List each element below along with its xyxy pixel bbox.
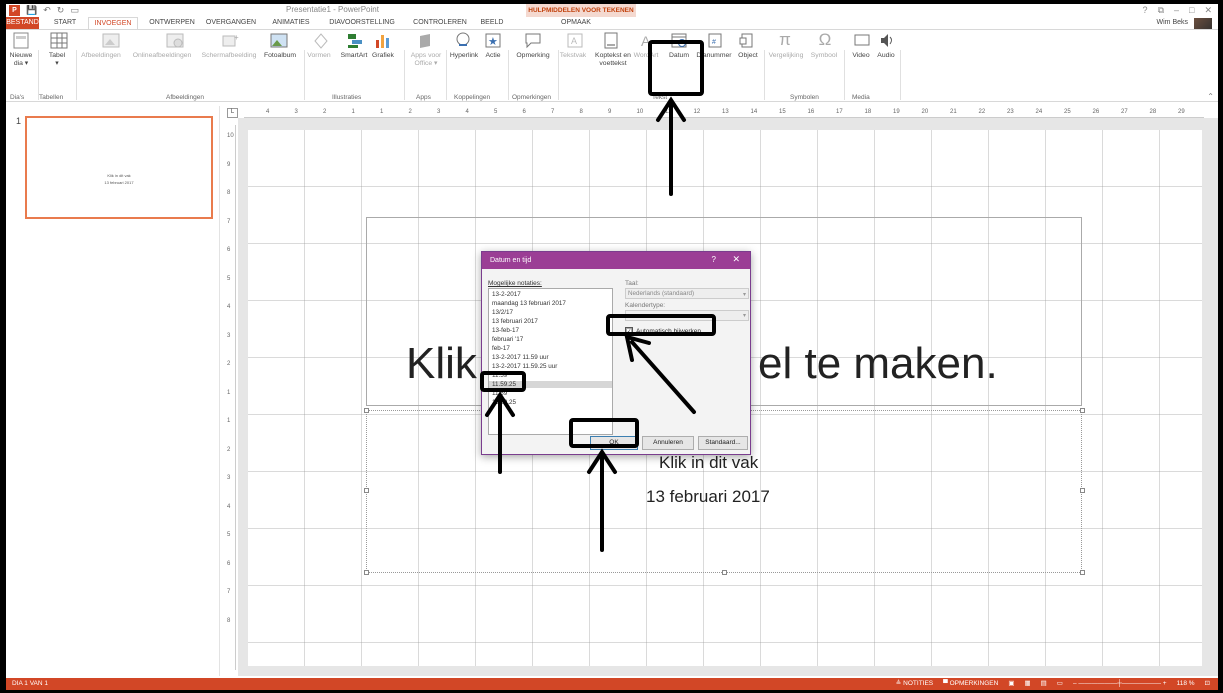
fit-slide-icon[interactable]: ⊡ bbox=[1205, 678, 1210, 690]
status-bar: DIA 1 VAN 1 ≜ NOTITIES ▀ OPMERKINGEN ▣ ▦… bbox=[6, 678, 1218, 690]
slideshow-icon[interactable]: ▭ bbox=[1057, 678, 1063, 690]
status-controls: ≜ NOTITIES ▀ OPMERKINGEN ▣ ▦ ▤ ▭ – —————… bbox=[896, 678, 1210, 690]
comments-button[interactable]: ▀ OPMERKINGEN bbox=[943, 678, 998, 690]
powerpoint-window: P 💾 ↶ ↻ ▭ Presentatie1 - PowerPoint HULP… bbox=[6, 4, 1218, 690]
notes-button[interactable]: ≜ NOTITIES bbox=[896, 678, 933, 690]
annotation-arrows bbox=[485, 96, 696, 552]
slide-count: DIA 1 VAN 1 bbox=[12, 680, 49, 687]
zoom-slider[interactable]: – ——————┼—————— + bbox=[1073, 678, 1167, 690]
slide-sorter-icon[interactable]: ▦ bbox=[1024, 678, 1030, 690]
normal-view-icon[interactable]: ▣ bbox=[1008, 678, 1014, 690]
reading-view-icon[interactable]: ▤ bbox=[1041, 678, 1047, 690]
zoom-level[interactable]: 118 % bbox=[1177, 678, 1195, 690]
